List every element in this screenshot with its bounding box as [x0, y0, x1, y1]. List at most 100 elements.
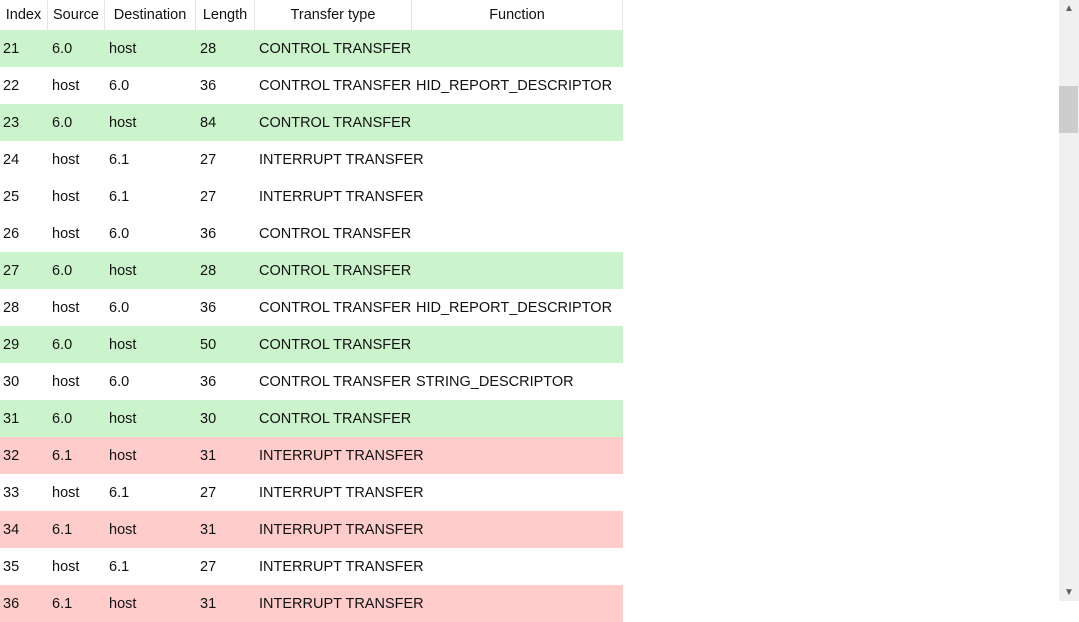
table-row[interactable]: 26 host 6.0 36 CONTROL TRANSFER [0, 215, 623, 252]
cell-destination: host [109, 40, 137, 57]
cell-source: 6.1 [52, 595, 73, 612]
cell-index: 32 [3, 447, 20, 464]
cell-source: 6.0 [52, 336, 73, 353]
table-row[interactable]: 22 host 6.0 36 CONTROL TRANSFER HID_REPORT_DE… [0, 67, 623, 104]
cell-transfer-type: CONTROL TRANSFER [259, 299, 412, 316]
cell-index: 22 [3, 77, 20, 94]
cell-source: 6.0 [52, 40, 73, 57]
table-row[interactable]: 29 6.0 host 50 CONTROL TRANSFER [0, 326, 623, 363]
cell-transfer-type: INTERRUPT TRANSFER [259, 484, 424, 501]
cell-transfer-type: INTERRUPT TRANSFER [259, 558, 424, 575]
cell-length: 31 [200, 521, 217, 538]
table-row[interactable]: 30 host 6.0 36 CONTROL TRANSFER STRING_DESCRI… [0, 363, 623, 400]
cell-source: host [52, 373, 80, 390]
table-row[interactable]: 23 6.0 host 84 CONTROL TRANSFER [0, 104, 623, 141]
cell-destination: 6.1 [109, 188, 130, 205]
cell-transfer-type: CONTROL TRANSFER [259, 262, 412, 279]
cell-index: 31 [3, 410, 20, 427]
cell-destination: 6.0 [109, 373, 130, 390]
cell-source: host [52, 151, 80, 168]
column-header-index[interactable]: Index [0, 0, 48, 30]
column-header-source[interactable]: Source [48, 0, 105, 30]
table-row[interactable]: 21 6.0 host 28 CONTROL TRANSFER [0, 30, 623, 67]
cell-length: 36 [200, 225, 217, 242]
cell-index: 27 [3, 262, 20, 279]
cell-index: 28 [3, 299, 20, 316]
cell-length: 36 [200, 299, 217, 316]
cell-source: 6.0 [52, 114, 73, 131]
cell-index: 24 [3, 151, 20, 168]
cell-index: 21 [3, 40, 20, 57]
cell-source: host [52, 225, 80, 242]
cell-destination: 6.0 [109, 77, 130, 94]
table-row[interactable]: 32 6.1 host 31 INTERRUPT TRANSFER [0, 437, 623, 474]
cell-length: 31 [200, 595, 217, 612]
table-row[interactable]: 33 host 6.1 27 INTERRUPT TRANSFER [0, 474, 623, 511]
chevron-down-icon[interactable]: ▼ [1059, 584, 1079, 601]
cell-index: 25 [3, 188, 20, 205]
chevron-up-icon[interactable]: ▲ [1059, 0, 1079, 17]
cell-function: STRING_DESCRIPTOR [416, 373, 574, 390]
cell-destination: host [109, 595, 137, 612]
cell-transfer-type: CONTROL TRANSFER [259, 114, 412, 131]
cell-source: host [52, 558, 80, 575]
cell-destination: host [109, 521, 137, 538]
cell-transfer-type: CONTROL TRANSFER [259, 373, 412, 390]
cell-transfer-type: CONTROL TRANSFER [259, 40, 412, 57]
cell-destination: 6.1 [109, 151, 130, 168]
cell-index: 23 [3, 114, 20, 131]
table-row[interactable]: 34 6.1 host 31 INTERRUPT TRANSFER [0, 511, 623, 548]
cell-transfer-type: INTERRUPT TRANSFER [259, 447, 424, 464]
table-row[interactable]: 31 6.0 host 30 CONTROL TRANSFER [0, 400, 623, 437]
table-row[interactable]: 24 host 6.1 27 INTERRUPT TRANSFER [0, 141, 623, 178]
cell-source: host [52, 77, 80, 94]
cell-index: 33 [3, 484, 20, 501]
cell-length: 28 [200, 40, 217, 57]
cell-source: 6.0 [52, 262, 73, 279]
cell-index: 35 [3, 558, 20, 575]
cell-transfer-type: CONTROL TRANSFER [259, 336, 412, 353]
table-row[interactable]: 36 6.1 host 31 INTERRUPT TRANSFER [0, 585, 623, 622]
cell-index: 29 [3, 336, 20, 353]
cell-length: 50 [200, 336, 217, 353]
cell-source: host [52, 299, 80, 316]
cell-length: 30 [200, 410, 217, 427]
vertical-scrollbar[interactable]: ▲ ▼ [1059, 0, 1079, 601]
table-body: 21 6.0 host 28 CONTROL TRANSFER 22 host 6.0 36 CO… [0, 30, 623, 622]
cell-length: 36 [200, 373, 217, 390]
cell-length: 27 [200, 484, 217, 501]
scrollbar-thumb[interactable] [1059, 86, 1078, 133]
cell-source: 6.1 [52, 447, 73, 464]
table-row[interactable]: 35 host 6.1 27 INTERRUPT TRANSFER [0, 548, 623, 585]
column-header-transfer-type[interactable]: Transfer type [255, 0, 412, 30]
column-header-length[interactable]: Length [196, 0, 255, 30]
cell-function: HID_REPORT_DESCRIPTOR [416, 77, 613, 94]
cell-transfer-type: INTERRUPT TRANSFER [259, 595, 424, 612]
cell-destination: host [109, 336, 137, 353]
cell-source: 6.1 [52, 521, 73, 538]
cell-source: host [52, 484, 80, 501]
table-row[interactable]: 25 host 6.1 27 INTERRUPT TRANSFER [0, 178, 623, 215]
cell-destination: 6.1 [109, 558, 130, 575]
table-header: Index Source Destination Length Transfer… [0, 0, 623, 30]
table-row[interactable]: 27 6.0 host 28 CONTROL TRANSFER [0, 252, 623, 289]
cell-length: 27 [200, 558, 217, 575]
cell-destination: host [109, 114, 137, 131]
cell-destination: 6.0 [109, 225, 130, 242]
column-header-destination[interactable]: Destination [105, 0, 196, 30]
cell-destination: host [109, 262, 137, 279]
cell-length: 27 [200, 188, 217, 205]
cell-length: 84 [200, 114, 217, 131]
cell-index: 34 [3, 521, 20, 538]
cell-index: 30 [3, 373, 20, 390]
transfer-table: Index Source Destination Length Transfer… [0, 0, 623, 622]
cell-destination: 6.0 [109, 299, 130, 316]
column-header-function[interactable]: Function [412, 0, 623, 30]
cell-transfer-type: CONTROL TRANSFER [259, 225, 412, 242]
cell-length: 28 [200, 262, 217, 279]
table-row[interactable]: 28 host 6.0 36 CONTROL TRANSFER HID_REPORT_DE… [0, 289, 623, 326]
cell-transfer-type: INTERRUPT TRANSFER [259, 151, 424, 168]
cell-destination: host [109, 447, 137, 464]
cell-source: host [52, 188, 80, 205]
cell-index: 36 [3, 595, 20, 612]
